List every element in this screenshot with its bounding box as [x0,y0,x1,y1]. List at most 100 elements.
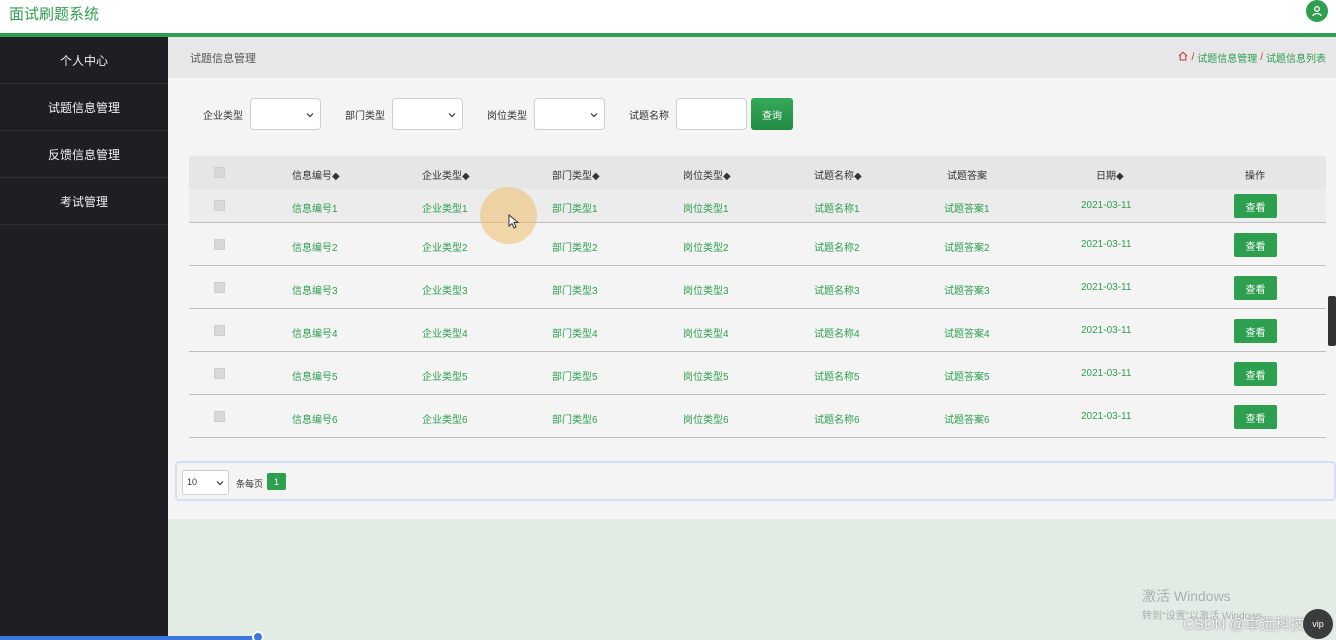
cell-department: 部门类型5 [552,372,598,383]
row-checkbox[interactable] [214,411,225,422]
row-checkbox[interactable] [214,239,225,250]
pagination: 10 条每页 1 [175,461,1336,501]
select-all-checkbox[interactable] [214,167,225,178]
column-header[interactable]: 日期◆ [1096,167,1124,182]
column-header[interactable]: 部门类型◆ [552,167,600,182]
cell-id: 信息编号3 [292,286,338,297]
cell-id: 信息编号1 [292,204,338,215]
page-size-select[interactable]: 10 [182,470,229,495]
cell-company: 企业类型3 [422,286,468,297]
main-area: 试题信息管理 / 试题信息管理 / 试题信息列表 企业类型 部门类型 岗位类型 [168,37,1336,640]
sidebar: 个人中心 试题信息管理 反馈信息管理 考试管理 [0,37,168,640]
company-type-label: 企业类型 [203,110,243,122]
sidebar-item-personal-center[interactable]: 个人中心 [0,37,168,84]
cell-position: 岗位类型1 [683,204,729,215]
chevron-down-icon [448,113,456,118]
row-checkbox[interactable] [214,325,225,336]
cell-position: 岗位类型2 [683,243,729,254]
csdn-watermark: CSDN @卓远科技 [1183,616,1305,633]
row-checkbox[interactable] [214,282,225,293]
cell-department: 部门类型3 [552,286,598,297]
page-number-button[interactable]: 1 [267,473,286,490]
cell-answer: 试题答案3 [944,286,990,297]
chevron-down-icon [590,113,598,118]
cell-position: 岗位类型4 [683,329,729,340]
cell-name: 试题名称1 [814,204,860,215]
cell-answer: 试题答案1 [944,204,990,215]
cell-answer: 试题答案4 [944,329,990,340]
view-button[interactable]: 查看 [1234,276,1277,300]
sidebar-item-exam-management[interactable]: 考试管理 [0,178,168,225]
table-body: 信息编号1 企业类型1 部门类型1 岗位类型1 试题名称1 试题答案1 2021-03-11… [189,189,1326,438]
cell-company: 企业类型6 [422,415,468,426]
cell-company: 企业类型2 [422,243,468,254]
top-bar: 面试刷题系统 [0,0,1336,37]
cell-name: 试题名称2 [814,243,860,254]
page-title: 试题信息管理 [190,53,256,65]
row-checkbox[interactable] [214,200,225,211]
column-header[interactable]: 信息编号◆ [292,167,340,182]
breadcrumb-item[interactable]: 试题信息管理 [1197,50,1257,65]
per-page-label: 条每页 [236,479,264,489]
department-type-label: 部门类型 [345,110,385,122]
cell-answer: 试题答案5 [944,372,990,383]
cell-position: 岗位类型6 [683,415,729,426]
table-header: 信息编号◆ 企业类型◆ 部门类型◆ 岗位类型◆ 试题名称◆ 试题答案 日期◆ 操… [189,156,1326,189]
cell-id: 信息编号2 [292,243,338,254]
page-header: 试题信息管理 / 试题信息管理 / 试题信息列表 [168,37,1336,78]
user-icon[interactable] [1306,0,1328,22]
sidebar-item-label: 试题信息管理 [47,100,120,115]
view-button[interactable]: 查看 [1234,194,1277,218]
department-type-select[interactable] [392,98,463,130]
cell-date: 2021-03-11 [1081,411,1132,422]
cell-department: 部门类型1 [552,204,598,215]
view-button[interactable]: 查看 [1234,319,1277,343]
scrollbar-thumb[interactable] [1328,296,1336,346]
cell-date: 2021-03-11 [1081,239,1132,250]
column-header[interactable]: 企业类型◆ [422,167,470,182]
question-table: 信息编号◆ 企业类型◆ 部门类型◆ 岗位类型◆ 试题名称◆ 试题答案 日期◆ 操… [189,156,1326,438]
view-button[interactable]: 查看 [1234,233,1277,257]
query-button[interactable]: 查询 [751,98,793,130]
cell-id: 信息编号4 [292,329,338,340]
sidebar-item-label: 反馈信息管理 [47,147,120,162]
table-row: 信息编号4 企业类型4 部门类型4 岗位类型4 试题名称4 试题答案4 2021-03-11… [189,309,1326,352]
breadcrumb: / 试题信息管理 / 试题信息列表 [1178,50,1326,65]
cell-position: 岗位类型3 [683,286,729,297]
chevron-down-icon [216,481,224,486]
cell-answer: 试题答案2 [944,243,990,254]
cell-date: 2021-03-11 [1081,200,1132,211]
cell-name: 试题名称5 [814,372,860,383]
column-header[interactable]: 岗位类型◆ [683,167,731,182]
home-icon[interactable] [1178,51,1188,64]
chevron-down-icon [306,113,314,118]
row-checkbox[interactable] [214,368,225,379]
sidebar-item-question-management[interactable]: 试题信息管理 [0,84,168,131]
column-header: 试题答案 [947,171,987,182]
cell-company: 企业类型1 [422,204,468,215]
app-title: 面试刷题系统 [9,6,100,23]
sidebar-item-feedback-management[interactable]: 反馈信息管理 [0,131,168,178]
breadcrumb-separator: / [1260,52,1263,63]
breadcrumb-separator: / [1191,52,1195,63]
cell-department: 部门类型2 [552,243,598,254]
column-header[interactable]: 试题名称◆ [814,167,862,182]
cell-id: 信息编号5 [292,372,338,383]
sidebar-item-label: 个人中心 [59,53,108,68]
cell-department: 部门类型4 [552,329,598,340]
table-row: 信息编号5 企业类型5 部门类型5 岗位类型5 试题名称5 试题答案5 2021-03-11… [189,352,1326,395]
question-name-input[interactable] [676,98,747,130]
sidebar-item-label: 考试管理 [59,194,108,209]
filter-bar: 企业类型 部门类型 岗位类型 试题名称 查询 [203,98,793,130]
company-type-select[interactable] [250,98,321,130]
video-progress-bar[interactable] [0,636,258,640]
video-progress-handle[interactable] [252,631,264,640]
position-type-select[interactable] [534,98,605,130]
table-row: 信息编号2 企业类型2 部门类型2 岗位类型2 试题名称2 试题答案2 2021-03-11… [189,223,1326,266]
vip-badge[interactable]: vip [1303,609,1333,639]
cell-name: 试题名称4 [814,329,860,340]
view-button[interactable]: 查看 [1234,362,1277,386]
cell-name: 试题名称6 [814,415,860,426]
breadcrumb-item[interactable]: 试题信息列表 [1266,50,1326,65]
view-button[interactable]: 查看 [1234,405,1277,429]
